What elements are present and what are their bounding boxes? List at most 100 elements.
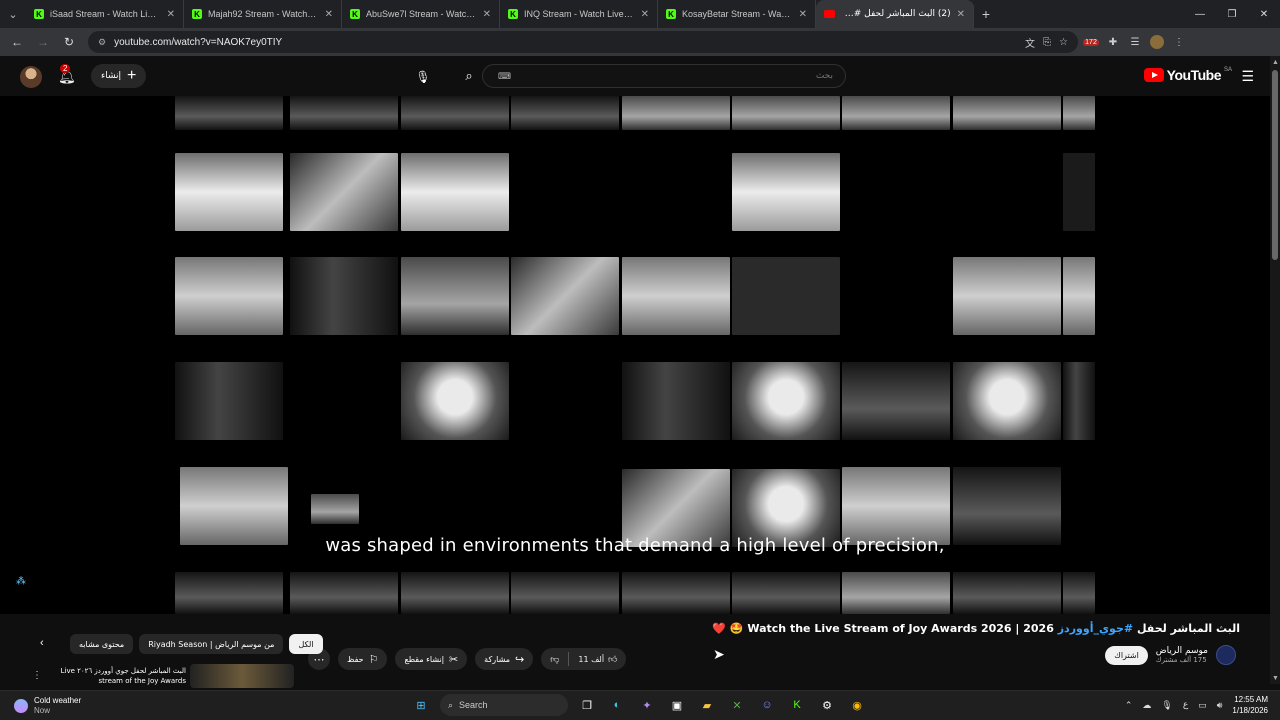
profile-avatar[interactable] <box>1148 33 1166 51</box>
tab-title: INQ Stream - Watch Live on Kic <box>524 9 635 19</box>
tab-search-icon[interactable]: ⌄ <box>0 0 26 28</box>
scroll-down-arrow-icon[interactable]: ▼ <box>1272 675 1279 682</box>
search-icon[interactable]: ⌕ <box>456 64 482 88</box>
restore-icon[interactable]: ❐ <box>1216 0 1248 28</box>
clip-button[interactable]: إنشاء مقطع ✂ <box>395 648 468 670</box>
clock-date: 1/18/2026 <box>1232 706 1268 715</box>
copilot-icon[interactable]: ✦ <box>636 694 658 716</box>
back-arrow-icon[interactable]: ← <box>6 31 28 53</box>
windows-start-icon[interactable]: ⊞ <box>410 694 432 716</box>
close-tab-icon[interactable]: ✕ <box>641 9 649 20</box>
scroll-up-arrow-icon[interactable]: ▲ <box>1272 59 1279 66</box>
url-text: youtube.com/watch?v=NAOK7ey0TIY <box>114 36 283 48</box>
xbox-icon[interactable]: ✕ <box>726 694 748 716</box>
chip-all[interactable]: الكل <box>289 634 323 654</box>
create-label: إنشاء <box>101 71 122 81</box>
weather-widget[interactable]: Cold weather Now <box>14 696 81 716</box>
taskbar-clock[interactable]: 12:55 AM 1/18/2026 <box>1232 694 1268 716</box>
chip-related[interactable]: محتوى مشابه <box>70 634 134 654</box>
mosaic-tile <box>842 572 950 614</box>
miniplayer-indicator-icon: ⁂ <box>16 576 26 587</box>
youtube-logo[interactable]: YouTube SA <box>1143 67 1232 83</box>
close-tab-icon[interactable]: ✕ <box>483 9 491 20</box>
thumbs-up-icon: 👍︎ <box>608 653 618 664</box>
search-input[interactable] <box>482 64 846 88</box>
close-tab-icon[interactable]: ✕ <box>325 9 333 20</box>
site-info-icon[interactable]: ⚙ <box>98 37 106 48</box>
page-scrollbar[interactable]: ▲ ▼ <box>1270 56 1280 684</box>
browser-tab[interactable]: K Majah92 Stream - Watch Live o ✕ <box>184 0 342 28</box>
recommendation-thumbnail[interactable] <box>190 664 294 688</box>
store-icon[interactable]: ▣ <box>666 694 688 716</box>
like-button[interactable]: 11 ألف 👍︎ <box>569 648 626 670</box>
file-explorer-icon[interactable]: ▰ <box>696 694 718 716</box>
plus-icon: + <box>127 67 137 84</box>
save-button[interactable]: حفظ ⚐ <box>338 648 388 670</box>
youtube-favicon-icon <box>824 10 835 18</box>
onedrive-cloud-icon[interactable]: ☁ <box>1142 700 1151 711</box>
chip-from-channel[interactable]: من موسم الرياض | Riyadh Season <box>139 634 284 654</box>
window-controls: — ❐ ✕ <box>1184 0 1280 28</box>
browser-tab[interactable]: K INQ Stream - Watch Live on Kic ✕ <box>500 0 658 28</box>
extensions-puzzle-icon[interactable]: ✚ <box>1104 33 1122 51</box>
language-indicator[interactable]: ع <box>1183 700 1188 710</box>
close-tab-icon[interactable]: ✕ <box>799 9 807 20</box>
recommendation-title[interactable]: البث المباشر لحفل جوي أووردز ٢٠٢٦ Live s… <box>54 666 186 686</box>
browser-tab[interactable]: K KosayBetar Stream - Watch Live ✕ <box>658 0 816 28</box>
address-bar[interactable]: ⚙ youtube.com/watch?v=NAOK7ey0TIY 文 ⎘ ☆ <box>88 31 1078 53</box>
mosaic-tile <box>953 572 1061 614</box>
taskbar-search[interactable]: ⌕ Search <box>440 694 568 716</box>
tab-title: iSaad Stream - Watch Live on K <box>50 9 161 19</box>
browser-tab[interactable]: K iSaad Stream - Watch Live on K ✕ <box>26 0 184 28</box>
mosaic-tile <box>732 153 840 231</box>
voice-search-mic-icon[interactable]: 🎙︎ <box>412 66 434 88</box>
channel-name[interactable]: موسم الرياض <box>1156 646 1208 656</box>
chrome-icon[interactable]: ◉ <box>846 694 868 716</box>
share-button[interactable]: مشاركة ↪ <box>475 648 534 670</box>
kick-app-icon[interactable]: K <box>786 694 808 716</box>
channel-avatar[interactable] <box>1216 645 1236 665</box>
subscribe-button[interactable]: اشتراك <box>1105 645 1148 665</box>
related-chips: الكل من موسم الرياض | Riyadh Season محتو… <box>70 634 323 654</box>
display-icon[interactable]: ▭ <box>1198 700 1207 711</box>
browser-menu-icon[interactable]: ⋮ <box>1170 33 1188 51</box>
chips-prev-chevron-icon[interactable]: ‹ <box>40 637 44 649</box>
browser-tab-active[interactable]: (2) البث المباشر لحفل #جوي_أوورد ✕ <box>816 0 974 28</box>
extension-badge-icon[interactable]: 172 <box>1082 33 1100 51</box>
reload-icon[interactable]: ↻ <box>58 31 80 53</box>
subtitle-caption: was shaped in environments that demand a… <box>325 535 945 556</box>
close-tab-icon[interactable]: ✕ <box>167 9 175 20</box>
account-avatar[interactable] <box>20 66 42 88</box>
guide-menu-icon[interactable]: ☰ <box>1241 68 1254 85</box>
dislike-button[interactable]: 👎︎ <box>541 648 568 670</box>
bookmark-star-icon[interactable]: ☆ <box>1059 37 1068 48</box>
forward-arrow-icon[interactable]: → <box>32 31 54 53</box>
tray-overflow-chevron-icon[interactable]: ⌃ <box>1125 700 1133 711</box>
volume-icon[interactable]: 🔊︎ <box>1217 700 1223 711</box>
minimize-icon[interactable]: — <box>1184 0 1216 28</box>
browser-tab[interactable]: K AbuSwe7l Stream - Watch Live ✕ <box>342 0 500 28</box>
discord-icon[interactable]: ☺ <box>756 694 778 716</box>
video-player[interactable]: was shaped in environments that demand a… <box>0 96 1270 614</box>
video-title-hashtag[interactable]: #جوي_أووردز <box>1058 622 1133 635</box>
keyboard-icon[interactable]: ⌨ <box>498 71 511 82</box>
translate-icon[interactable]: 文 <box>1025 35 1035 50</box>
weather-subtitle: Now <box>34 706 51 715</box>
close-window-icon[interactable]: ✕ <box>1248 0 1280 28</box>
create-button[interactable]: إنشاء + <box>91 64 147 88</box>
task-view-icon[interactable]: ❐ <box>576 694 598 716</box>
recommendation-menu-icon[interactable]: ⋮ <box>32 670 42 681</box>
mosaic-tile <box>290 257 398 335</box>
mosaic-tile <box>290 96 398 130</box>
microphone-icon[interactable]: 🎙︎ <box>1161 700 1172 711</box>
new-tab-plus-icon[interactable]: + <box>974 0 998 28</box>
scrollbar-thumb[interactable] <box>1272 70 1278 260</box>
channel-block: موسم الرياض 175 ألف مشترك اشتراك <box>1105 645 1236 665</box>
edge-browser-icon[interactable]: ◐ <box>606 694 628 716</box>
mosaic-tile <box>401 572 509 614</box>
settings-gear-icon[interactable]: ⚙ <box>816 694 838 716</box>
install-app-icon[interactable]: ⎘ <box>1043 37 1051 48</box>
mosaic-tile <box>622 572 730 614</box>
reading-list-icon[interactable]: ☰ <box>1126 33 1144 51</box>
close-tab-icon[interactable]: ✕ <box>957 9 965 20</box>
